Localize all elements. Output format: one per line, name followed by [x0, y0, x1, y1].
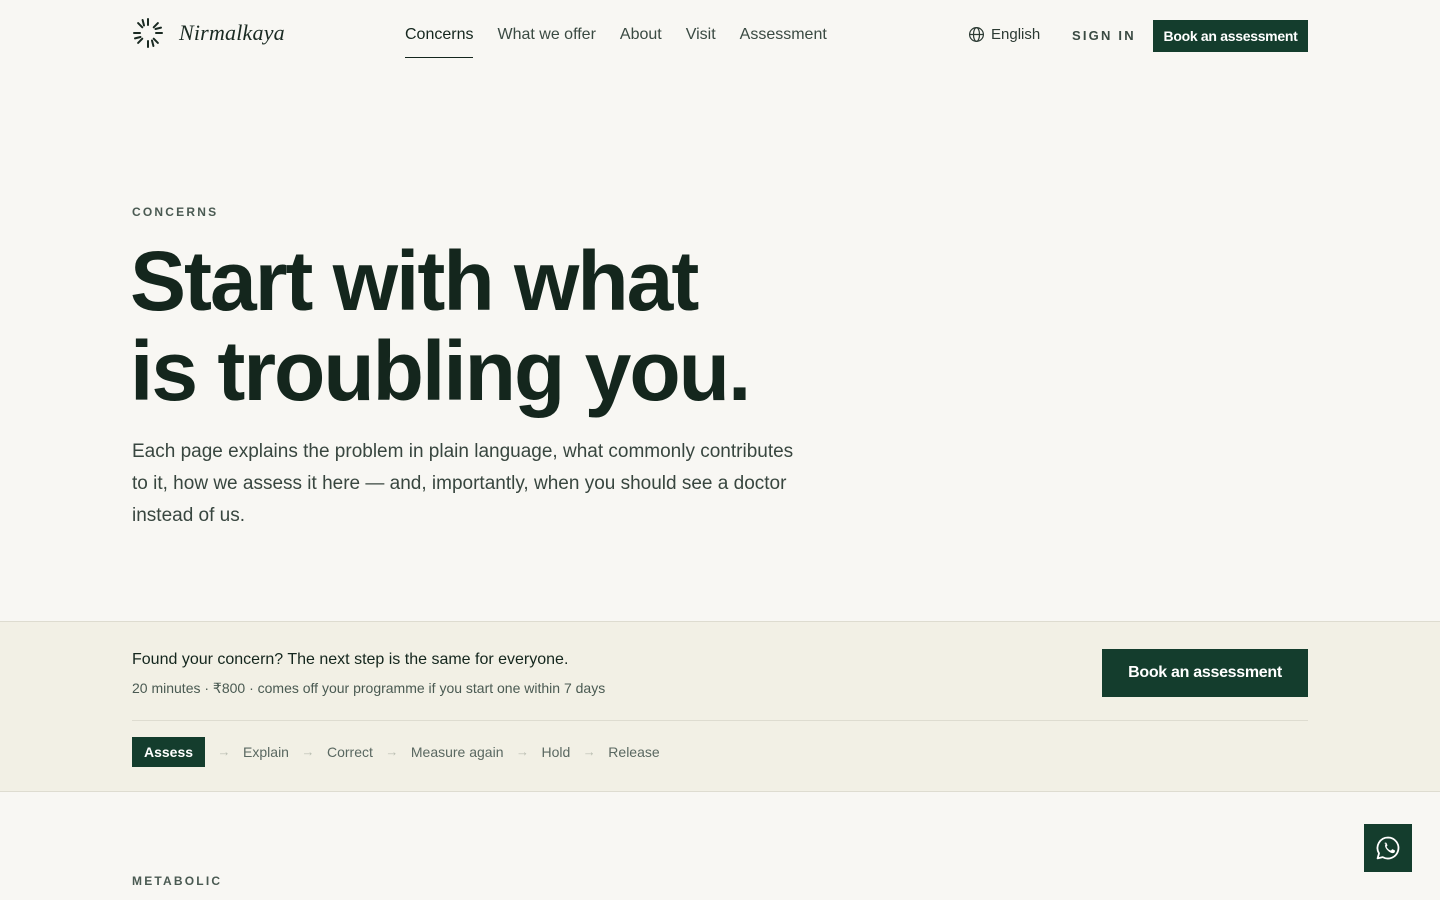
brand-name: Nirmalkaya	[179, 20, 285, 45]
whatsapp-icon	[1376, 836, 1400, 860]
nav-item-about[interactable]: About	[620, 24, 662, 58]
step-correct: Correct	[326, 744, 373, 760]
language-label: English	[991, 26, 1041, 43]
hero-title: Start with what is troubling you.	[130, 236, 890, 416]
step-arrow-icon: →	[516, 744, 529, 759]
nav-item-visit[interactable]: Visit	[686, 24, 716, 58]
step-hold: Hold	[541, 744, 571, 760]
band-divider	[132, 720, 1308, 721]
main-nav: Concerns What we offer About Visit Asses…	[405, 24, 827, 58]
step-explain: Explain	[243, 744, 289, 760]
band-title: Found your concern? The next step is the…	[132, 651, 569, 668]
step-arrow-icon: →	[217, 744, 231, 759]
step-assess: Assess	[132, 737, 206, 767]
site-header: Nirmalkaya Concerns What we offer About …	[0, 0, 1440, 72]
whatsapp-chat-button[interactable]	[1364, 824, 1412, 872]
nav-item-what-we-offer[interactable]: What we offer	[497, 24, 595, 58]
book-assessment-header-button[interactable]: Book an assessment	[1153, 20, 1308, 52]
band-subtitle: 20 minutes · ₹800 · comes off your progr…	[132, 680, 606, 696]
process-steps: Assess → Explain → Correct → Measure aga…	[132, 737, 660, 767]
next-step-band: Found your concern? The next step is the…	[0, 621, 1440, 792]
nav-item-assessment[interactable]: Assessment	[740, 24, 827, 58]
brand-logo[interactable]: Nirmalkaya	[131, 16, 285, 50]
step-arrow-icon: →	[385, 744, 399, 759]
nav-item-concerns[interactable]: Concerns	[405, 24, 474, 58]
step-release: Release	[608, 744, 660, 760]
sunburst-logo-icon	[133, 18, 163, 48]
hero-eyebrow: CONCERNS	[132, 205, 219, 219]
language-selector[interactable]: English	[968, 26, 1040, 43]
globe-icon	[968, 26, 985, 43]
book-assessment-band-button[interactable]: Book an assessment	[1102, 649, 1308, 697]
step-arrow-icon: →	[582, 744, 596, 759]
hero-title-line-1: Start with what	[130, 234, 699, 328]
step-arrow-icon: →	[301, 744, 315, 759]
section-label-metabolic: METABOLIC	[132, 874, 223, 888]
sign-in-link[interactable]: SIGN IN	[1072, 28, 1136, 43]
hero-title-line-2: is troubling you.	[130, 324, 751, 418]
step-measure-again: Measure again	[410, 744, 504, 760]
hero-description: Each page explains the problem in plain …	[132, 441, 794, 526]
